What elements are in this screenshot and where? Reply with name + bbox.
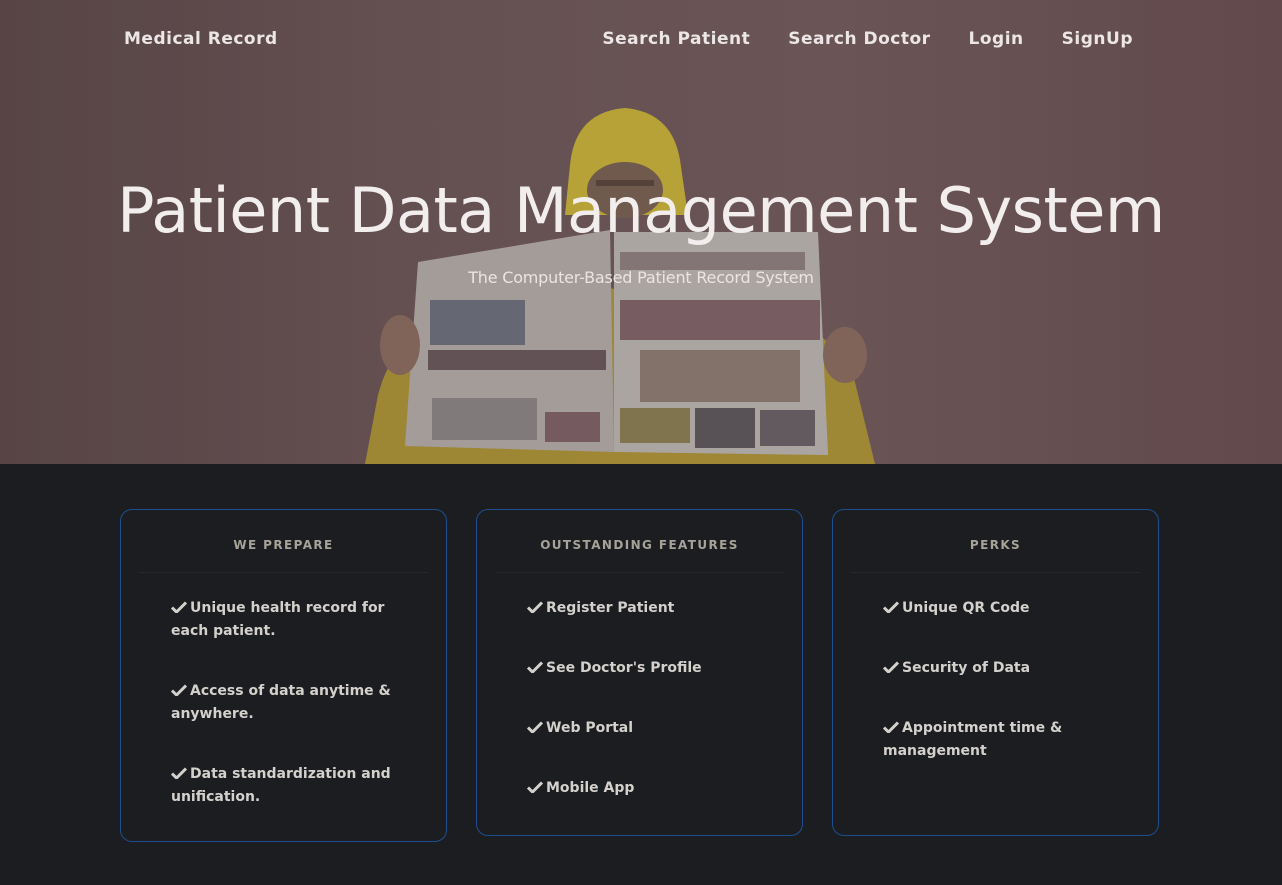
check-icon bbox=[527, 721, 543, 733]
list-item-text: Unique QR Code bbox=[902, 600, 1030, 616]
navbar: Medical Record Search Patient Search Doc… bbox=[0, 0, 1282, 80]
card-list: Unique health record for each patient. A… bbox=[121, 573, 446, 809]
feature-cards: WE PREPARE Unique health record for each… bbox=[120, 509, 1160, 849]
card-title: PERKS bbox=[969, 538, 1022, 552]
list-item-text: Register Patient bbox=[546, 600, 675, 616]
list-item-text: See Doctor's Profile bbox=[546, 660, 702, 676]
list-item-text: Mobile App bbox=[546, 780, 635, 796]
list-item-text: Appointment time & management bbox=[883, 720, 1063, 759]
check-icon bbox=[527, 661, 543, 673]
card-title: OUTSTANDING FEATURES bbox=[540, 538, 739, 552]
list-item: Appointment time & management bbox=[883, 717, 1122, 763]
check-icon bbox=[883, 721, 899, 733]
hero-subtitle: The Computer-Based Patient Record System bbox=[468, 268, 814, 287]
list-item-text: Data standardization and unification. bbox=[171, 766, 391, 805]
list-item: Web Portal bbox=[527, 717, 766, 740]
list-item-text: Web Portal bbox=[546, 720, 634, 736]
check-icon bbox=[883, 661, 899, 673]
list-item: Access of data anytime & anywhere. bbox=[171, 680, 410, 726]
list-item: Unique health record for each patient. bbox=[171, 597, 410, 643]
list-item: Security of Data bbox=[883, 657, 1122, 680]
hero-banner: Medical Record Search Patient Search Doc… bbox=[0, 0, 1282, 464]
card-list: Unique QR Code Security of Data Appointm… bbox=[833, 573, 1158, 763]
list-item: See Doctor's Profile bbox=[527, 657, 766, 680]
check-icon bbox=[527, 781, 543, 793]
hero-title: Patient Data Management System bbox=[117, 174, 1165, 247]
check-icon bbox=[171, 601, 187, 613]
list-item: Data standardization and unification. bbox=[171, 763, 410, 809]
card-title: WE PREPARE bbox=[233, 538, 334, 552]
list-item-text: Unique health record for each patient. bbox=[171, 600, 385, 639]
nav-signup-link[interactable]: SignUp bbox=[1062, 29, 1133, 49]
brand-link[interactable]: Medical Record bbox=[124, 29, 278, 49]
list-item-text: Access of data anytime & anywhere. bbox=[171, 683, 391, 722]
card-outstanding-features: OUTSTANDING FEATURES Register Patient Se… bbox=[476, 509, 803, 836]
list-item: Unique QR Code bbox=[883, 597, 1122, 620]
nav-search-patient-link[interactable]: Search Patient bbox=[602, 29, 750, 49]
card-perks: PERKS Unique QR Code Security of Data Ap… bbox=[832, 509, 1159, 836]
check-icon bbox=[883, 601, 899, 613]
nav-login-link[interactable]: Login bbox=[969, 29, 1024, 49]
list-item: Mobile App bbox=[527, 777, 766, 800]
check-icon bbox=[171, 684, 187, 696]
list-item: Register Patient bbox=[527, 597, 766, 620]
nav-links: Search Patient Search Doctor Login SignU… bbox=[602, 29, 1133, 49]
card-we-prepare: WE PREPARE Unique health record for each… bbox=[120, 509, 447, 842]
list-item-text: Security of Data bbox=[902, 660, 1031, 676]
check-icon bbox=[171, 767, 187, 779]
check-icon bbox=[527, 601, 543, 613]
card-list: Register Patient See Doctor's Profile We… bbox=[477, 573, 802, 800]
nav-search-doctor-link[interactable]: Search Doctor bbox=[788, 29, 930, 49]
